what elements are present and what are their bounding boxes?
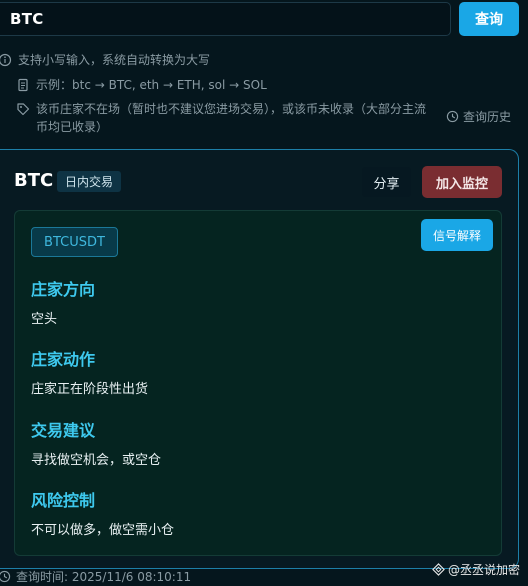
share-button[interactable]: 分享 [362, 167, 411, 197]
input-tip: 支持小写输入，系统自动转换为大写 [0, 51, 210, 69]
clock-icon [0, 570, 11, 583]
signal-explain-button[interactable]: 信号解释 [421, 219, 493, 251]
page: BTC 查询 支持小写输入，系统自动转换为大写 示例：btc → BTC, et… [0, 0, 528, 586]
coin-symbol: BTC [14, 170, 54, 191]
info-icon [0, 53, 12, 67]
section-title-advice: 交易建议 [31, 421, 96, 440]
pair-badge: BTCUSDT [31, 227, 118, 257]
watermark-text: @丞丞说加密 [448, 563, 521, 577]
search-button[interactable]: 查询 [459, 2, 519, 36]
section-value-action: 庄家正在阶段性出货 [31, 382, 149, 397]
tag-icon [17, 103, 30, 116]
history-label: 查询历史 [463, 110, 512, 124]
document-icon [18, 78, 28, 92]
section-value-risk: 不可以做多，做空需小仓 [31, 523, 175, 538]
search-input[interactable]: BTC [0, 2, 451, 36]
section-title-risk: 风险控制 [31, 491, 96, 510]
note-hint-text: 该币庄家不在场（暂时也不建议您进场交易），或该币未收录（大部分主流币均已收录） [36, 102, 427, 134]
example-hint-text: 示例：btc → BTC, eth → ETH, sol → SOL [36, 78, 267, 92]
diamond-icon [432, 563, 445, 576]
clock-icon [446, 110, 459, 123]
history-link[interactable]: 查询历史 [446, 108, 511, 125]
query-time-text: 查询时间: 2025/11/6 08:10:11 [16, 570, 192, 584]
section-value-direction: 空头 [31, 312, 58, 327]
query-time: 查询时间: 2025/11/6 08:10:11 [0, 568, 191, 585]
input-tip-text: 支持小写输入，系统自动转换为大写 [18, 53, 211, 67]
note-hint: 该币庄家不在场（暂时也不建议您进场交易），或该币未收录（大部分主流币均已收录） [16, 100, 436, 136]
section-value-advice: 寻找做空机会，或空仓 [31, 453, 162, 468]
section-title-action: 庄家动作 [31, 350, 96, 369]
add-monitor-button[interactable]: 加入监控 [422, 166, 502, 198]
example-hint: 示例：btc → BTC, eth → ETH, sol → SOL [16, 76, 267, 94]
watermark: @丞丞说加密 [432, 561, 520, 578]
section-title-direction: 庄家方向 [31, 280, 96, 299]
mode-tag: 日内交易 [57, 171, 122, 192]
